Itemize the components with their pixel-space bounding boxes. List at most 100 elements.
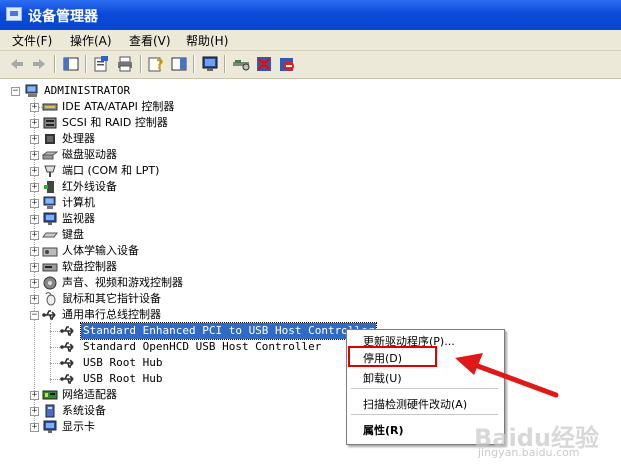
monitor-icon [43,212,57,225]
system-device-icon [45,404,55,418]
tree-item-label: 显示卡 [62,420,95,433]
tree-item-keyboards[interactable]: + 键盘 [0,227,300,243]
disk-drive-icon [42,151,58,160]
tree-item-label: 系统设备 [62,404,106,417]
expand-icon[interactable]: + [30,103,39,112]
properties-icon[interactable] [92,55,110,73]
usb-child-openhcd[interactable]: Standard OpenHCD USB Host Controller [0,339,360,355]
tree-item-network[interactable]: + 网络适配器 [0,387,300,403]
usb-child-label: USB Root Hub [83,372,163,385]
title-bar[interactable]: 设备管理器 [0,0,621,30]
tree-item-floppy[interactable]: + 软盘控制器 [0,259,300,275]
usb-child-enhanced-pci[interactable]: Standard Enhanced PCI to USB Host Contro… [0,322,378,340]
svg-text:?: ? [156,58,164,73]
tree-item-label: 通用串行总线控制器 [62,308,161,321]
tree-item-sound[interactable]: + 声音、视频和游戏控制器 [0,275,300,291]
scsi-controller-icon [43,117,57,129]
tree-item-label: SCSI 和 RAID 控制器 [62,116,168,129]
computer-icon [25,84,38,97]
expand-icon[interactable]: + [30,215,39,224]
tree-item-system[interactable]: + 系统设备 [0,403,300,419]
menu-file[interactable]: 文件(F) [12,32,52,49]
usb-icon [60,374,74,384]
menu-action[interactable]: 操作(A) [70,32,112,49]
menu-help[interactable]: 帮助(H) [186,32,228,49]
tree-item-label: 声音、视频和游戏控制器 [62,276,183,289]
tree-item-label: 人体学输入设备 [62,244,139,257]
usb-icon [60,358,74,368]
expand-icon[interactable]: + [30,407,39,416]
expand-icon[interactable]: + [30,423,39,432]
uninstall-device-icon[interactable] [255,55,273,73]
tree-item-label: 端口 (COM 和 LPT) [62,164,160,177]
tree-item-label: 鼠标和其它指针设备 [62,292,161,305]
tree-item-infrared[interactable]: + 红外线设备 [0,179,300,195]
menu-item-properties[interactable]: 属性(R) [363,422,404,438]
tree-item-processor[interactable]: + 处理器 [0,131,300,147]
expand-icon[interactable]: + [30,167,39,176]
tree-root[interactable]: − ADMINISTRATOR [0,83,300,99]
usb-icon [60,342,74,352]
print-icon[interactable] [116,55,134,73]
back-arrow-icon[interactable] [8,55,26,73]
usb-child-root-hub-2[interactable]: USB Root Hub [0,371,360,387]
help-icon[interactable]: ? [147,55,165,73]
tree-root-label: ADMINISTRATOR [44,84,131,97]
expand-icon[interactable]: + [30,279,39,288]
menu-item-uninstall[interactable]: 卸载(U) [363,370,402,386]
tree-item-ports[interactable]: + 端口 (COM 和 LPT) [0,163,300,179]
expand-icon[interactable]: + [30,295,39,304]
tree-item-label: 计算机 [62,196,95,209]
expand-icon[interactable]: + [30,183,39,192]
tree-item-computer[interactable]: + 计算机 [0,195,300,211]
usb-child-label: Standard Enhanced PCI to USB Host Contro… [79,322,378,340]
usb-child-label: Standard OpenHCD USB Host Controller [83,340,322,353]
expand-icon[interactable]: + [30,135,39,144]
tree-item-label: IDE ATA/ATAPI 控制器 [62,100,175,113]
tree-item-display[interactable]: + 显示卡 [0,419,300,435]
sound-icon [43,276,57,290]
tree-item-label: 监视器 [62,212,95,225]
tree-item-scsi[interactable]: + SCSI 和 RAID 控制器 [0,115,300,131]
tree-item-label: 软盘控制器 [62,260,117,273]
network-adapter-icon [42,390,58,400]
usb-child-root-hub-1[interactable]: USB Root Hub [0,355,360,371]
menu-view[interactable]: 查看(V) [129,32,171,49]
expand-icon[interactable]: + [30,119,39,128]
collapse-icon[interactable]: − [30,311,39,320]
usb-icon [42,310,56,320]
tree-item-monitors[interactable]: + 监视器 [0,211,300,227]
computer-display-icon[interactable] [201,55,219,73]
disable-device-icon[interactable] [278,55,296,73]
expand-icon[interactable]: + [30,391,39,400]
tree-item-label: 键盘 [62,228,84,241]
tree-item-label: 红外线设备 [62,180,117,193]
tree-item-label: 处理器 [62,132,95,145]
tree-item-ide[interactable]: + IDE ATA/ATAPI 控制器 [0,99,300,115]
floppy-controller-icon [42,263,58,272]
tree-item-disk-drives[interactable]: + 磁盘驱动器 [0,147,300,163]
expand-icon[interactable]: + [30,199,39,208]
highlight-box [348,346,437,367]
device-manager-icon [6,7,22,21]
expand-icon[interactable]: + [30,263,39,272]
device-tree: − ADMINISTRATOR + IDE ATA/ATAPI 控制器 + SC… [0,79,621,476]
expand-icon[interactable]: + [30,151,39,160]
forward-arrow-icon[interactable] [30,55,48,73]
annotation-arrow-icon [455,353,559,398]
usb-icon [60,326,74,336]
expand-icon[interactable]: + [30,231,39,240]
display-adapter-icon [43,420,57,433]
keyboard-icon [42,232,58,238]
usb-child-label: USB Root Hub [83,356,163,369]
expand-icon[interactable]: + [30,247,39,256]
window-title: 设备管理器 [28,9,98,25]
tree-item-usb[interactable]: − 通用串行总线控制器 [0,307,300,323]
scan-hardware-icon[interactable] [232,55,250,73]
tree-item-mouse[interactable]: + 鼠标和其它指针设备 [0,291,300,307]
show-hide-action-pane-icon[interactable] [170,55,188,73]
collapse-icon[interactable]: − [11,87,20,96]
show-hide-console-tree-icon[interactable] [62,55,80,73]
tree-item-hid[interactable]: + 人体学输入设备 [0,243,300,259]
mouse-icon [45,292,56,306]
